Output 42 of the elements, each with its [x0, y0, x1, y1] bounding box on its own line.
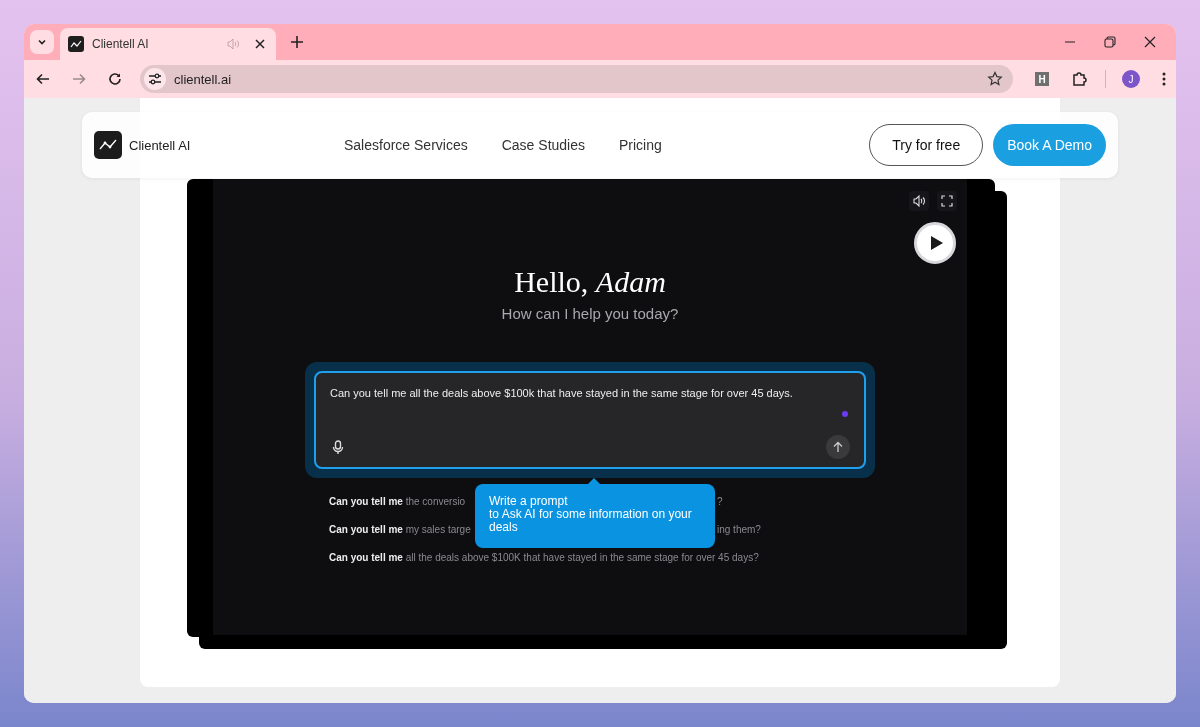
close-icon[interactable]	[254, 38, 266, 50]
address-bar[interactable]: clientell.ai	[140, 65, 1013, 93]
tooltip: Write a prompt to Ask AI for some information on your deals	[475, 484, 715, 548]
star-icon[interactable]	[987, 71, 1003, 87]
cursor-dot	[842, 411, 848, 417]
trial-button[interactable]: Try for free	[869, 124, 984, 166]
sliders-icon[interactable]	[148, 72, 162, 86]
suggestion-text[interactable]: ?	[717, 494, 723, 510]
suggestion-text[interactable]: Can you tell me the conversio	[329, 494, 473, 510]
suggestion-text[interactable]: Can you tell me my sales targe	[329, 522, 473, 538]
greeting-heading: Hello, Adam	[514, 265, 666, 299]
browser-tab[interactable]: Clientell AI	[60, 28, 276, 60]
puzzle-icon[interactable]	[1071, 70, 1089, 88]
back-arrow-icon[interactable]	[36, 72, 50, 86]
profile-avatar[interactable]: J	[1122, 70, 1140, 88]
nav-link[interactable]: Salesforce Services	[344, 137, 468, 153]
extension-button[interactable]: H	[1035, 72, 1049, 86]
plus-icon[interactable]	[290, 35, 304, 49]
play-icon	[929, 235, 944, 251]
tab-title: Clientell AI	[92, 37, 150, 51]
microphone-button[interactable]	[330, 437, 346, 457]
microphone-icon	[332, 439, 344, 455]
speaker-icon	[912, 194, 926, 208]
address-text: clientell.ai	[174, 71, 233, 87]
greeting-subtitle: How can I help you today?	[501, 305, 679, 322]
send-button[interactable]	[826, 435, 850, 459]
expand-icon	[941, 195, 953, 207]
arrow-up-icon	[833, 441, 843, 453]
play-button[interactable]	[914, 222, 956, 264]
reload-icon[interactable]	[108, 72, 122, 86]
suggestion-text[interactable]: ing them?	[717, 522, 761, 538]
volume-button[interactable]	[909, 191, 929, 211]
prompt-field[interactable]: Can you tell me all the deals above $100k that have stayed in the same stage for over 45 days.	[330, 387, 850, 407]
fullscreen-button[interactable]	[937, 191, 957, 211]
nav-link[interactable]: Case Studies	[501, 137, 585, 153]
brand-name: Clientell AI	[129, 137, 191, 153]
suggestion-text[interactable]: Can you tell me all the deals above $100K that have stayed in the same stage for over 45 days?	[329, 550, 759, 566]
nav-link[interactable]: Pricing	[619, 137, 662, 153]
more-vertical-icon[interactable]	[1162, 72, 1166, 86]
restore-icon[interactable]	[1104, 36, 1116, 48]
tab-list-button[interactable]	[30, 30, 54, 54]
close-icon[interactable]	[1144, 36, 1156, 48]
